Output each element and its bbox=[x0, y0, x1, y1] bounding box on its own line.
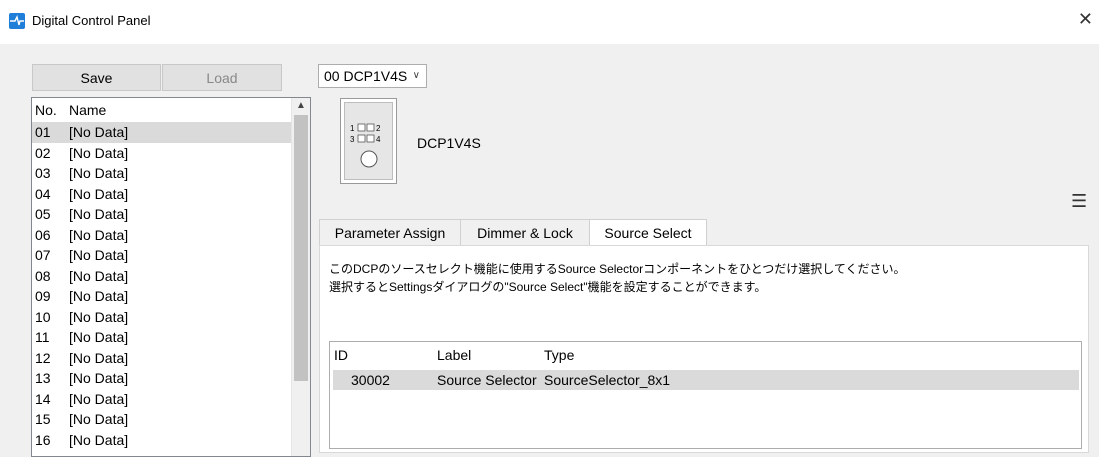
list-item-no: 07 bbox=[35, 247, 51, 263]
device-button-3-label: 3 bbox=[350, 135, 355, 144]
list-item[interactable]: 10 [No Data] bbox=[32, 307, 292, 328]
list-item-no: 02 bbox=[35, 144, 51, 161]
list-item-name: [No Data] bbox=[69, 308, 129, 325]
device-button-1-label: 1 bbox=[350, 124, 355, 133]
list-item[interactable]: 08 [No Data] bbox=[32, 266, 292, 287]
device-knob-icon bbox=[360, 150, 378, 168]
column-header-id: ID bbox=[334, 347, 348, 363]
device-image: 1 2 3 4 bbox=[340, 98, 397, 184]
list-item-no: 10 bbox=[35, 308, 51, 325]
list-item[interactable]: 16 [No Data] bbox=[32, 430, 292, 451]
window-title: Digital Control Panel bbox=[32, 13, 151, 28]
device-button-1 bbox=[357, 123, 366, 132]
device-button-2-label: 2 bbox=[376, 124, 381, 133]
list-item[interactable]: 07 [No Data] bbox=[32, 245, 292, 266]
tab-parameter-assign[interactable]: Parameter Assign bbox=[319, 219, 461, 245]
source-selector-table[interactable]: ID Label Type 30002 Source Selector Sour… bbox=[329, 341, 1082, 449]
list-item[interactable]: 03 [No Data] bbox=[32, 163, 292, 184]
column-header-label: Label bbox=[437, 347, 472, 363]
list-item[interactable]: 05 [No Data] bbox=[32, 204, 292, 225]
list-item-name: [No Data] bbox=[69, 329, 129, 345]
device-select-value: 00 DCP1V4S bbox=[324, 68, 408, 84]
list-item-name: [No Data] bbox=[69, 349, 129, 366]
description-line-1: このDCPのソースセレクト機能に使用するSource Selectorコンポーネ… bbox=[329, 262, 906, 276]
column-header-name: Name bbox=[69, 102, 107, 118]
device-select[interactable]: 00 DCP1V4S ∨ bbox=[318, 64, 427, 88]
list-item-no: 16 bbox=[35, 431, 51, 448]
source-select-panel: このDCPのソースセレクト機能に使用するSource Selectorコンポーネ… bbox=[319, 245, 1089, 453]
list-item[interactable]: 15 [No Data] bbox=[32, 409, 292, 430]
description-line-2: 選択するとSettingsダイアログの"Source Select"機能を設定す… bbox=[329, 280, 767, 294]
device-button-4 bbox=[366, 134, 375, 143]
cell-id: 30002 bbox=[351, 372, 390, 388]
list-item-no: 13 bbox=[35, 370, 51, 386]
list-item-name: [No Data] bbox=[69, 165, 129, 181]
title-bar: Digital Control Panel ✕ bbox=[0, 0, 1099, 44]
chevron-down-icon: ∨ bbox=[412, 70, 420, 81]
list-item[interactable]: 13 [No Data] bbox=[32, 368, 292, 389]
device-name: DCP1V4S bbox=[417, 135, 481, 151]
list-item[interactable]: 04 [No Data] bbox=[32, 184, 292, 205]
tab-dimmer-lock[interactable]: Dimmer & Lock bbox=[460, 219, 590, 245]
list-item-no: 04 bbox=[35, 185, 51, 202]
device-panel-graphic: 1 2 3 4 bbox=[350, 123, 381, 168]
list-item-no: 05 bbox=[35, 206, 51, 222]
device-button-3 bbox=[357, 134, 366, 143]
list-item-no: 11 bbox=[35, 329, 50, 345]
list-item-no: 09 bbox=[35, 288, 51, 304]
list-item-no: 14 bbox=[35, 390, 51, 407]
preset-list[interactable]: No. Name 01 [No Data] 02 [No Data] 03 [No Dat… bbox=[31, 97, 311, 457]
list-item-name: [No Data] bbox=[69, 206, 129, 222]
list-item[interactable]: 01 [No Data] bbox=[32, 122, 292, 143]
column-header-type: Type bbox=[544, 347, 575, 363]
load-button[interactable]: Load bbox=[162, 64, 282, 91]
list-item-name: [No Data] bbox=[69, 370, 129, 386]
list-item[interactable]: 02 [No Data] bbox=[32, 143, 292, 164]
list-item-name: [No Data] bbox=[69, 431, 129, 448]
list-rows: 01 [No Data] 02 [No Data] 03 [No Data] 04 [No D… bbox=[32, 122, 310, 450]
device-button-4-label: 4 bbox=[376, 135, 381, 144]
save-button[interactable]: Save bbox=[32, 64, 161, 91]
list-item-name: [No Data] bbox=[69, 185, 129, 202]
cell-type: SourceSelector_8x1 bbox=[544, 372, 671, 388]
list-item-name: [No Data] bbox=[69, 226, 129, 243]
app-icon bbox=[9, 13, 25, 29]
scroll-thumb[interactable] bbox=[294, 115, 308, 381]
list-item[interactable]: 12 [No Data] bbox=[32, 348, 292, 369]
list-item-no: 06 bbox=[35, 226, 51, 243]
list-item-name: [No Data] bbox=[69, 124, 129, 140]
menu-icon[interactable]: ☰ bbox=[1071, 192, 1087, 210]
list-item-name: [No Data] bbox=[69, 144, 129, 161]
list-header: No. Name bbox=[32, 98, 310, 122]
list-item-no: 15 bbox=[35, 411, 51, 427]
close-icon[interactable]: ✕ bbox=[1078, 10, 1093, 28]
list-item-name: [No Data] bbox=[69, 267, 129, 284]
list-item-no: 03 bbox=[35, 165, 51, 181]
list-item[interactable]: 06 [No Data] bbox=[32, 225, 292, 246]
list-item-name: [No Data] bbox=[69, 390, 129, 407]
tab-source-select[interactable]: Source Select bbox=[589, 219, 707, 246]
table-row[interactable]: 30002 Source Selector SourceSelector_8x1 bbox=[333, 370, 1079, 390]
list-item-no: 08 bbox=[35, 267, 51, 284]
list-item[interactable]: 09 [No Data] bbox=[32, 286, 292, 307]
list-item[interactable]: 14 [No Data] bbox=[32, 389, 292, 410]
list-item-name: [No Data] bbox=[69, 288, 129, 304]
list-item-no: 01 bbox=[35, 124, 51, 140]
device-panel: 1 2 3 4 bbox=[344, 102, 393, 180]
device-button-2 bbox=[366, 123, 375, 132]
list-item-name: [No Data] bbox=[69, 247, 129, 263]
scroll-up-icon[interactable]: ▲ bbox=[292, 98, 310, 114]
column-header-no: No. bbox=[35, 102, 57, 118]
cell-label: Source Selector bbox=[437, 372, 537, 388]
list-scrollbar[interactable]: ▲ bbox=[291, 98, 310, 456]
list-item-no: 12 bbox=[35, 349, 51, 366]
list-item-name: [No Data] bbox=[69, 411, 129, 427]
list-item[interactable]: 11 [No Data] bbox=[32, 327, 292, 348]
